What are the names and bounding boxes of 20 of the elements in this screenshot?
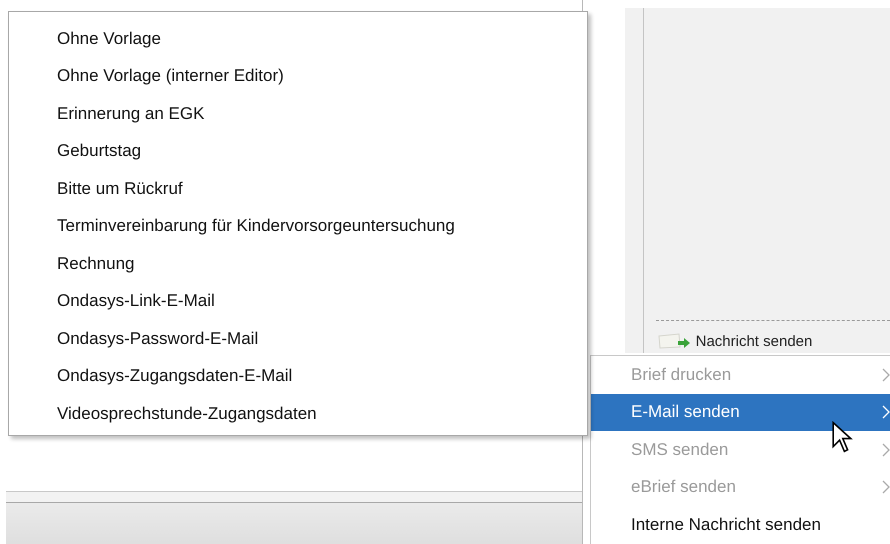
menu-item[interactable]: Ohne Vorlage (9, 20, 587, 58)
send-message-action[interactable]: Nachricht senden (658, 329, 890, 353)
mouse-cursor-icon (831, 421, 853, 453)
chevron-right-icon (882, 442, 890, 457)
menu-item[interactable]: Ondasys-Zugangsdaten-E-Mail (9, 358, 587, 395)
menu-item[interactable]: Erinnerung an EGK (9, 95, 587, 132)
menu-item[interactable]: Rechnung (9, 245, 587, 282)
chevron-right-icon (882, 480, 890, 494)
menu-item[interactable]: Ondasys-Link-E-Mail (9, 282, 587, 320)
menu-item[interactable]: Terminvereinbarung für Kindervorsorgeuntersuchung (9, 208, 587, 245)
menu-item[interactable]: Ondasys-Password-E-Mail (9, 320, 587, 358)
envelope-arrow-icon (658, 333, 692, 349)
menu-item[interactable]: Ohne Vorlage (interner Editor) (9, 58, 587, 95)
menu-item[interactable]: Bitte um Rückruf (9, 170, 587, 208)
chevron-right-icon (882, 368, 890, 382)
chevron-right-icon (882, 405, 890, 420)
menu-item[interactable]: Geburtstag (9, 132, 587, 170)
menu-item[interactable]: E-Mail senden (591, 394, 890, 431)
menu-item[interactable]: Videosprechstunde-Zugangsdaten (9, 395, 587, 432)
menu-item[interactable]: Interne Nachricht senden (591, 506, 890, 544)
